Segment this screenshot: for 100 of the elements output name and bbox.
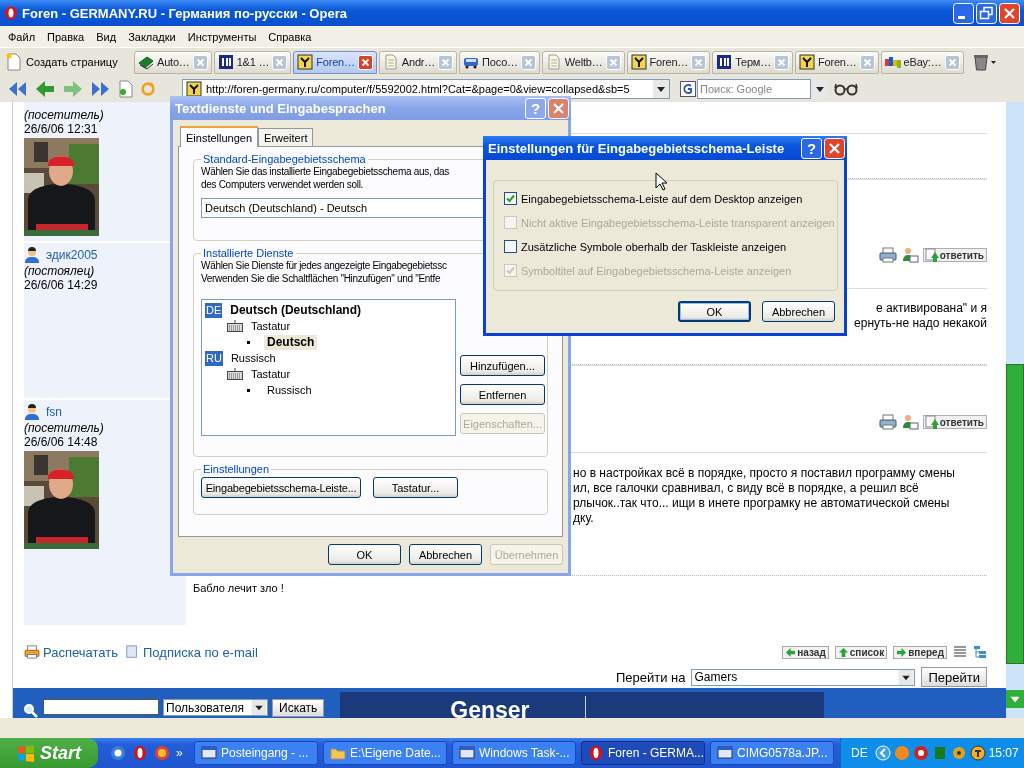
checkbox[interactable] — [504, 240, 517, 253]
language-item[interactable]: Deutsch (Deutschland) — [227, 302, 364, 318]
browser-tab[interactable]: Weltb… — [541, 50, 625, 74]
scroll-thumb[interactable] — [1006, 364, 1024, 664]
printer-icon[interactable] — [878, 247, 897, 263]
go-button[interactable]: Перейти — [921, 667, 987, 687]
close-icon[interactable] — [999, 2, 1020, 24]
keyboard-layout-item[interactable]: Deutsch — [264, 334, 318, 350]
menu-item[interactable]: Закладки — [122, 30, 182, 43]
address-field[interactable]: http://foren-germany.ru/computer/f/5592002.html?Cat=&page=0&view=collapsed&sb=5 — [182, 79, 670, 99]
category-item[interactable]: Tastatur — [248, 366, 294, 382]
menu-item[interactable]: Файл — [2, 30, 42, 43]
scope-select[interactable]: Пользователя — [163, 699, 268, 716]
dialog-button[interactable]: Hinzufügen... — [460, 355, 545, 376]
keyboard-layout-item[interactable]: Russisch — [264, 382, 315, 398]
browser-tab[interactable]: Andr… — [378, 50, 458, 74]
tab-label: Foren… — [316, 56, 355, 68]
close-tab-icon[interactable] — [357, 54, 373, 70]
dialog-button[interactable]: Tastatur... — [373, 477, 458, 498]
shop-logo-icon — [884, 54, 901, 70]
dialog-button[interactable]: Abbrechen — [409, 544, 482, 565]
browser-tab[interactable]: Foren… — [626, 50, 711, 74]
browser-tab[interactable]: Терм… — [712, 50, 794, 74]
taskbar-button[interactable]: E:\Eigene Date... — [323, 741, 447, 765]
subscribe-link[interactable]: Подписка по e-mail — [124, 644, 258, 660]
dialog-button[interactable]: Entfernen — [460, 384, 545, 405]
user-mail-icon[interactable] — [900, 247, 919, 263]
back-arrow-icon[interactable] — [34, 79, 56, 99]
nav-button[interactable]: список — [834, 645, 888, 659]
tab-label: Auto… — [157, 56, 190, 68]
forum-icon — [186, 81, 202, 97]
dialog-button[interactable]: Abbrechen — [762, 301, 835, 322]
taskbar-button[interactable]: CIMG0578a.JP... — [710, 741, 834, 765]
chevron-left-icon[interactable] — [874, 745, 891, 761]
network-icon[interactable] — [950, 745, 967, 761]
restore-icon[interactable] — [976, 2, 997, 24]
scrollbar[interactable] — [1006, 102, 1024, 718]
menu-item[interactable]: Вид — [90, 30, 123, 43]
keyboard-icon — [227, 368, 243, 380]
glasses-icon[interactable] — [834, 82, 858, 96]
scroll-down-icon[interactable] — [1006, 690, 1024, 708]
forum-select[interactable]: Gamers — [691, 668, 916, 686]
new-page-button[interactable]: Создать страницу — [6, 50, 132, 74]
reply-button[interactable]: ответить — [922, 415, 987, 429]
window-title: Foren - GERMANY.RU - Германия по-русски - Opera — [22, 5, 348, 21]
page-icon — [545, 54, 562, 70]
menu-item[interactable]: Инструменты — [181, 30, 263, 43]
search-button[interactable]: Искать — [272, 699, 325, 717]
browser-tab[interactable]: Посо… — [459, 50, 540, 74]
windows-logo-icon — [17, 744, 35, 762]
browser-tab[interactable]: Foren… — [293, 50, 377, 74]
reply-button[interactable]: ответить — [922, 248, 987, 262]
search-input[interactable] — [43, 699, 159, 715]
username-link[interactable]: fsn — [46, 405, 62, 419]
browser-tab[interactable]: Foren… — [795, 50, 879, 74]
taskbar-button[interactable]: Windows Task-... — [452, 741, 576, 765]
keyboard-icon — [227, 320, 243, 332]
dialog-button[interactable]: OK — [328, 544, 401, 565]
browser-tab[interactable]: 1&1 … — [213, 50, 292, 74]
dialog-button[interactable]: Eingabegebietsschema-Leiste... — [201, 477, 361, 498]
taskbar-button[interactable]: Posteingang - ... — [194, 741, 318, 765]
username-link[interactable]: эдик2005 — [46, 248, 98, 262]
taskbar-button[interactable]: Foren - GERMA... — [581, 741, 705, 765]
browser-tab[interactable]: Auto… — [134, 50, 212, 74]
tree-view-icon[interactable] — [973, 645, 987, 659]
checkbox[interactable] — [504, 192, 517, 205]
print-link[interactable]: Распечатать — [24, 644, 118, 660]
nav-button[interactable]: назад — [782, 645, 829, 659]
dialog-title: Textdienste und Eingabesprachen — [175, 100, 387, 116]
language-item[interactable]: Russisch — [227, 350, 279, 366]
more-button[interactable]: » — [176, 746, 183, 760]
globe-icon[interactable] — [154, 745, 170, 761]
tab-label: Andr… — [401, 56, 436, 68]
trash-icon[interactable] — [971, 53, 996, 71]
search-engine-icon[interactable] — [680, 81, 696, 97]
page-icon[interactable] — [118, 80, 134, 98]
nav-button[interactable]: вперед — [893, 645, 947, 659]
dialog-button[interactable]: OK — [678, 301, 751, 322]
menu-item[interactable]: Правка — [41, 30, 91, 43]
close-icon[interactable] — [824, 137, 845, 159]
shield-icon[interactable] — [969, 745, 986, 761]
services-list[interactable]: DE Deutsch (Deutschland) Tastatur Deutsch RU Russisch Tastatur Russisch — [201, 299, 456, 436]
window-icon — [717, 745, 733, 761]
banner[interactable]: Genser — [340, 692, 825, 718]
help-button[interactable]: ? — [801, 137, 822, 159]
browser-tab[interactable]: eBay:… — [880, 50, 964, 74]
opera-icon[interactable] — [912, 745, 929, 761]
bullet-icon — [247, 340, 250, 344]
dialog-tab[interactable]: Erweitert — [258, 128, 314, 146]
book-icon — [138, 54, 154, 70]
dialog-tab[interactable]: Einstellungen — [180, 126, 259, 147]
opera-icon[interactable] — [132, 745, 148, 761]
user-mail-icon[interactable] — [900, 414, 919, 430]
search-field[interactable]: Поиск: Google — [697, 79, 811, 99]
menu-item[interactable]: Справка — [262, 30, 318, 43]
browser-icon[interactable] — [110, 745, 126, 761]
minimize-icon[interactable] — [953, 2, 974, 24]
printer-icon[interactable] — [878, 414, 897, 430]
flat-view-icon[interactable] — [953, 645, 967, 659]
category-item[interactable]: Tastatur — [248, 318, 294, 334]
